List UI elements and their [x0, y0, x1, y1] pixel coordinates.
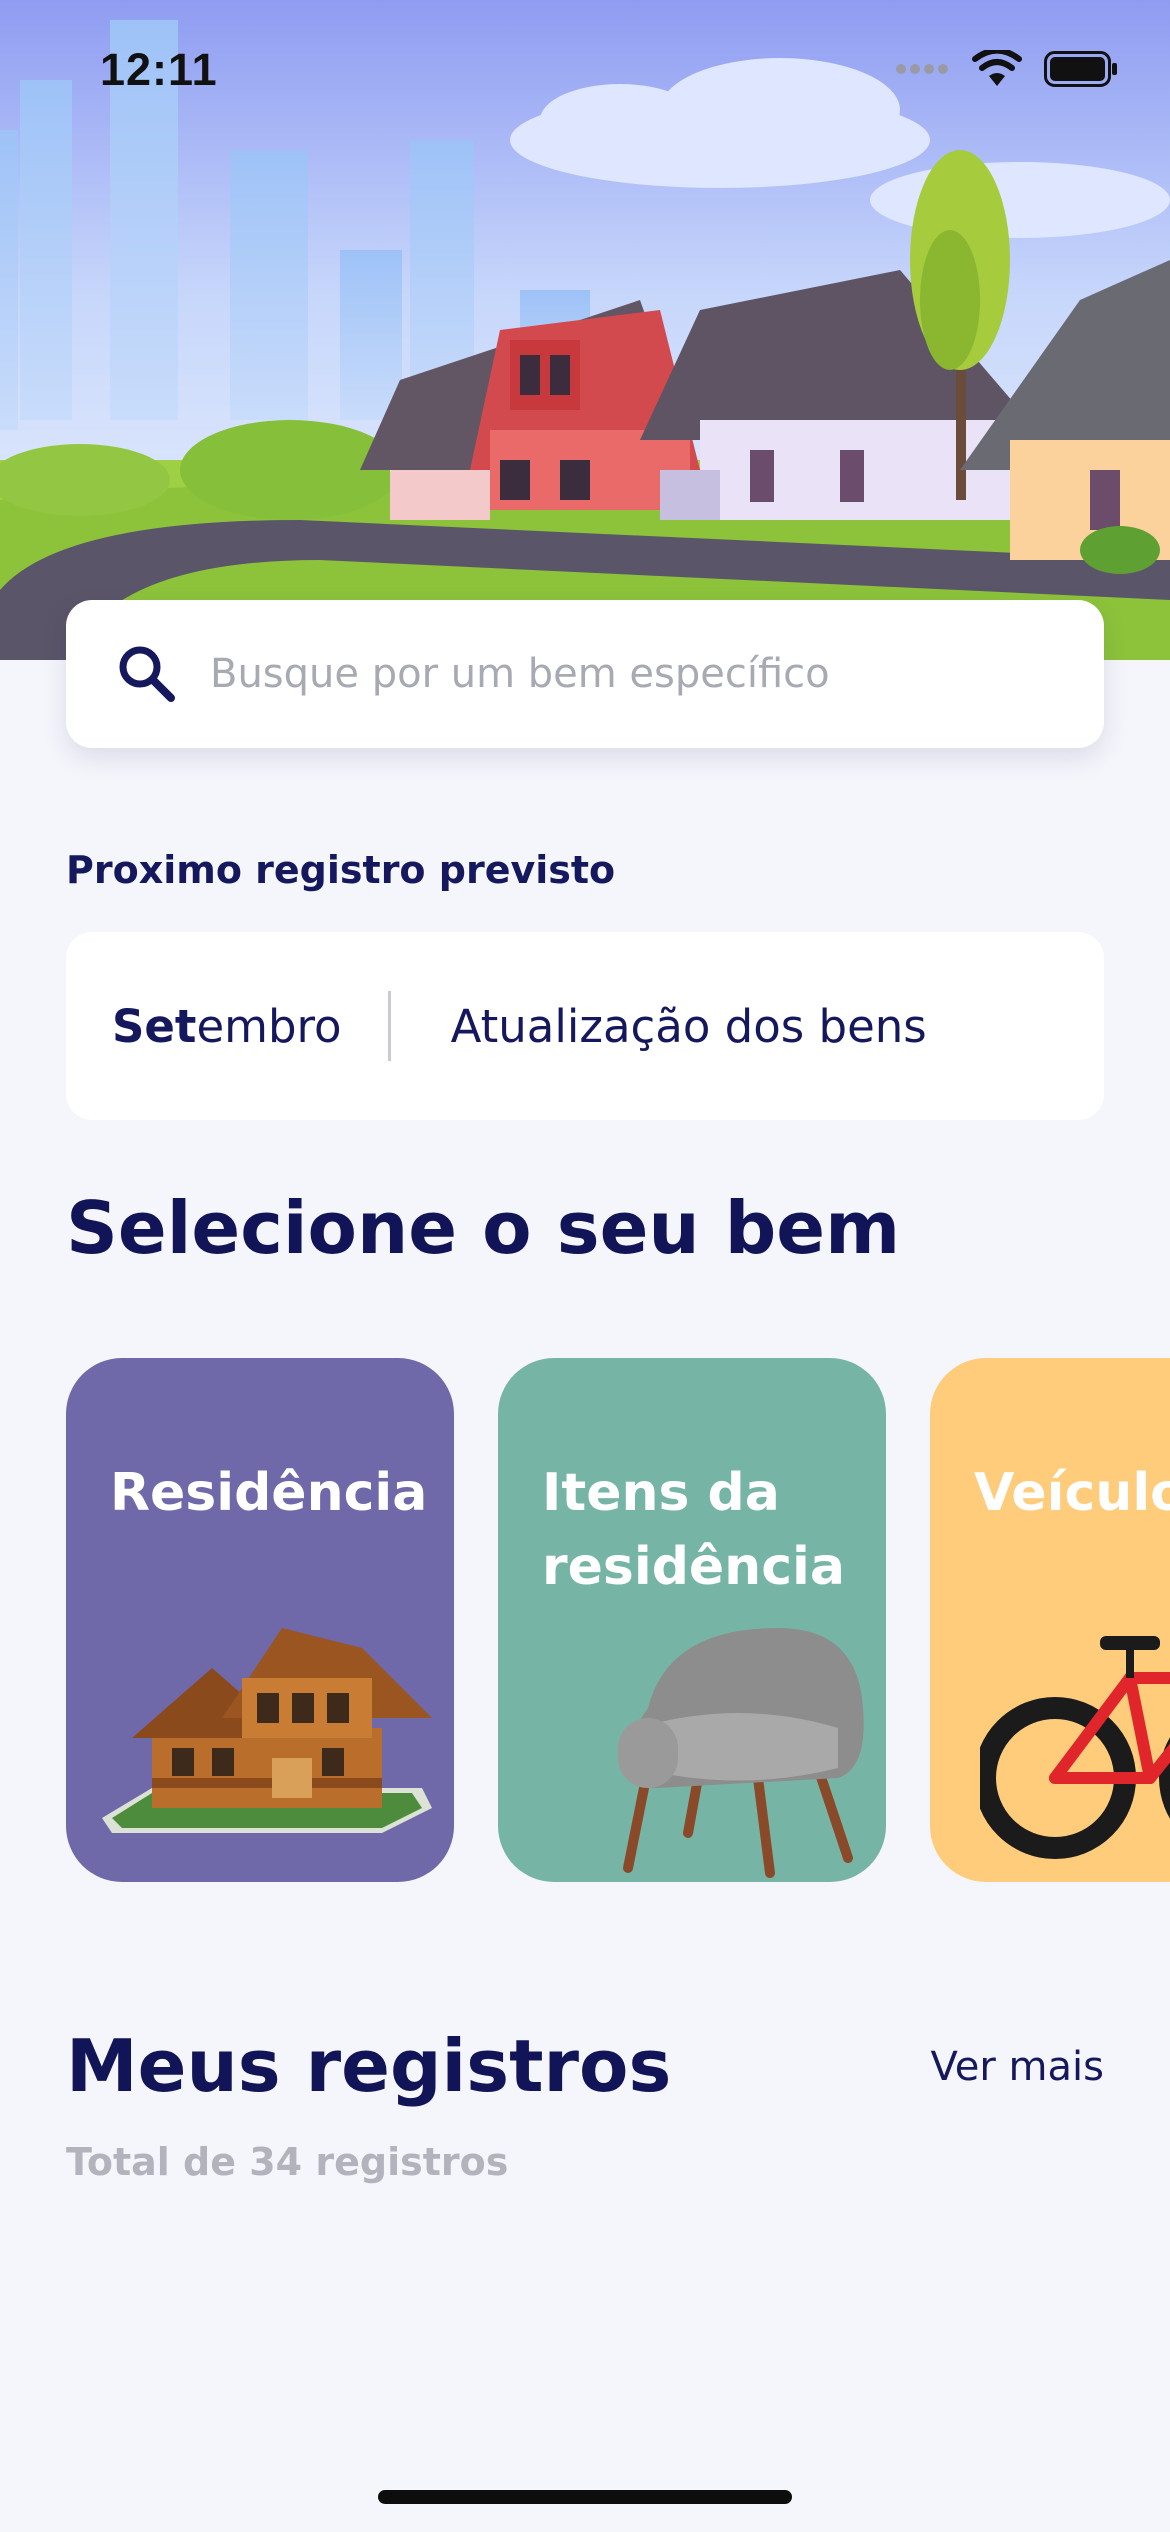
hero-banner: 12:11: [0, 0, 1170, 660]
house-icon: [102, 1628, 432, 1833]
status-icons: [896, 50, 1118, 88]
suburb-illustration: [0, 0, 1170, 660]
search-bar[interactable]: [66, 600, 1104, 748]
category-card-veiculos[interactable]: Veículos: [930, 1358, 1170, 1882]
bicycle-icon: [980, 1636, 1170, 1859]
category-card-itens-residencia[interactable]: Itens da residência: [498, 1358, 886, 1882]
wifi-icon: [972, 50, 1022, 86]
next-register-label: Proximo registro previsto: [66, 848, 616, 892]
registros-title: Meus registros: [66, 2024, 672, 2108]
next-register-card[interactable]: Setembro Atualização dos bens: [66, 932, 1104, 1120]
category-label: Residência: [110, 1463, 428, 1523]
see-more-link[interactable]: Ver mais: [931, 2044, 1104, 2090]
battery-icon: [1044, 51, 1117, 87]
search-input[interactable]: [208, 650, 1072, 698]
search-icon: [119, 646, 175, 702]
home-indicator[interactable]: [378, 2490, 792, 2504]
divider: [387, 991, 391, 1061]
category-carousel[interactable]: Residência Itens da residência Veículo: [66, 1358, 1170, 1882]
registros-count: Total de 34 registros: [66, 2140, 509, 2184]
next-register-description: Atualização dos bens: [450, 999, 927, 1053]
status-time: 12:11: [100, 44, 218, 95]
category-label: Veículos: [974, 1463, 1170, 1523]
signal-icon: [896, 64, 948, 74]
category-label: Itens da residência: [542, 1463, 845, 1597]
month-label: Setembro: [112, 999, 342, 1053]
armchair-icon: [618, 1628, 864, 1878]
select-section-title: Selecione o seu bem: [66, 1186, 901, 1270]
category-card-residencia[interactable]: Residência: [66, 1358, 454, 1882]
